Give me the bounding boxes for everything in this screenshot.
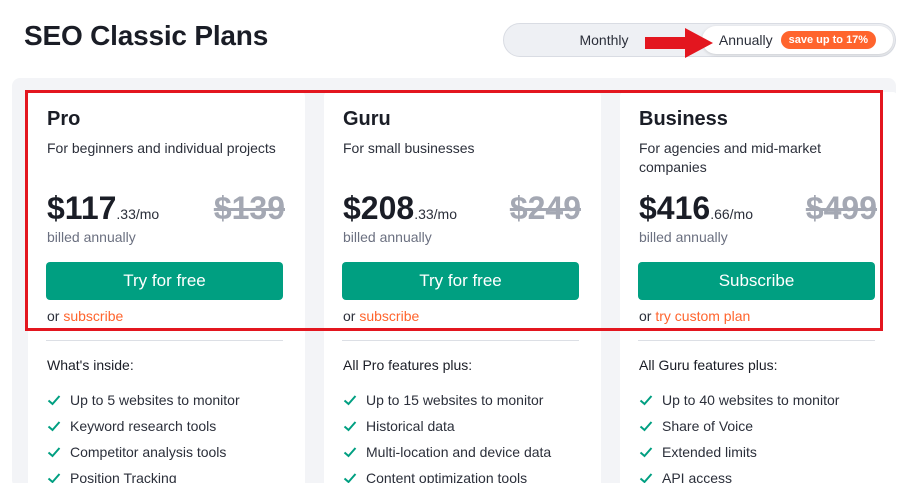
price-old: $139	[213, 190, 285, 226]
try-custom-plan-link[interactable]: try custom plan	[655, 308, 750, 324]
check-icon	[343, 421, 357, 432]
plan-card-guru: Guru For small businesses $208.33/mo $24…	[324, 92, 601, 483]
plan-description: For small businesses	[343, 140, 475, 156]
plan-description: For beginners and individual projects	[47, 140, 276, 156]
check-icon	[639, 447, 653, 458]
price-cents: .33/mo	[414, 206, 457, 222]
price-current: $416.66/mo	[639, 190, 753, 226]
check-icon	[47, 395, 61, 406]
plan-card-business: Business For agencies and mid-market com…	[620, 92, 897, 483]
page-title: SEO Classic Plans	[24, 20, 269, 51]
check-icon	[47, 473, 61, 483]
price-cents: .33/mo	[116, 206, 160, 222]
red-arrow-icon	[645, 28, 713, 58]
check-icon	[343, 447, 357, 458]
feature-item: Competitor analysis tools	[47, 439, 240, 465]
plan-card-pro: Pro For beginners and individual project…	[28, 92, 305, 483]
features-list: Up to 40 websites to monitor Share of Vo…	[639, 387, 839, 483]
check-icon	[47, 421, 61, 432]
check-icon	[639, 421, 653, 432]
feature-item: Extended limits	[639, 439, 839, 465]
divider	[46, 340, 283, 341]
price-cents: .66/mo	[710, 206, 753, 222]
try-for-free-button[interactable]: Try for free	[342, 262, 579, 300]
feature-item: Content optimization tools	[343, 465, 551, 483]
price-current: $117.33/mo	[47, 190, 160, 226]
toggle-annually[interactable]: Annually save up to 17%	[702, 26, 893, 54]
feature-item: Up to 15 websites to monitor	[343, 387, 551, 413]
check-icon	[343, 473, 357, 483]
check-icon	[639, 395, 653, 406]
try-for-free-button[interactable]: Try for free	[46, 262, 283, 300]
features-heading: All Pro features plus:	[343, 357, 473, 373]
subscribe-link[interactable]: subscribe	[63, 308, 123, 324]
price-old: $499	[805, 190, 877, 226]
alt-line: or subscribe	[343, 308, 420, 324]
save-badge: save up to 17%	[780, 31, 877, 49]
feature-item: Multi-location and device data	[343, 439, 551, 465]
check-icon	[47, 447, 61, 458]
feature-item: Position Tracking	[47, 465, 240, 483]
divider	[342, 340, 579, 341]
feature-item: Historical data	[343, 413, 551, 439]
features-heading: What's inside:	[47, 357, 134, 373]
plan-description: For agencies and mid-market companies	[639, 140, 822, 175]
features-list: Up to 5 websites to monitor Keyword rese…	[47, 387, 240, 483]
subscribe-link[interactable]: subscribe	[359, 308, 419, 324]
divider	[638, 340, 875, 341]
plan-name: Business	[639, 108, 728, 130]
billed-note: billed annually	[47, 229, 136, 245]
features-list: Up to 15 websites to monitor Historical …	[343, 387, 551, 483]
plan-name: Guru	[343, 108, 391, 130]
price-row: $208.33/mo $249	[343, 190, 581, 230]
billed-note: billed annually	[639, 229, 728, 245]
feature-item: Up to 40 websites to monitor	[639, 387, 839, 413]
check-icon	[639, 473, 653, 483]
billed-note: billed annually	[343, 229, 432, 245]
feature-item: API access	[639, 465, 839, 483]
price-old: $249	[509, 190, 581, 226]
alt-line: or try custom plan	[639, 308, 751, 324]
toggle-annually-label: Annually	[718, 32, 773, 48]
price-row: $117.33/mo $139	[47, 190, 285, 230]
feature-item: Share of Voice	[639, 413, 839, 439]
price-row: $416.66/mo $499	[639, 190, 877, 230]
feature-item: Up to 5 websites to monitor	[47, 387, 240, 413]
price-current: $208.33/mo	[343, 190, 457, 226]
subscribe-button[interactable]: Subscribe	[638, 262, 875, 300]
plan-name: Pro	[47, 108, 81, 130]
feature-item: Keyword research tools	[47, 413, 240, 439]
alt-line: or subscribe	[47, 308, 124, 324]
features-heading: All Guru features plus:	[639, 357, 778, 373]
check-icon	[343, 395, 357, 406]
